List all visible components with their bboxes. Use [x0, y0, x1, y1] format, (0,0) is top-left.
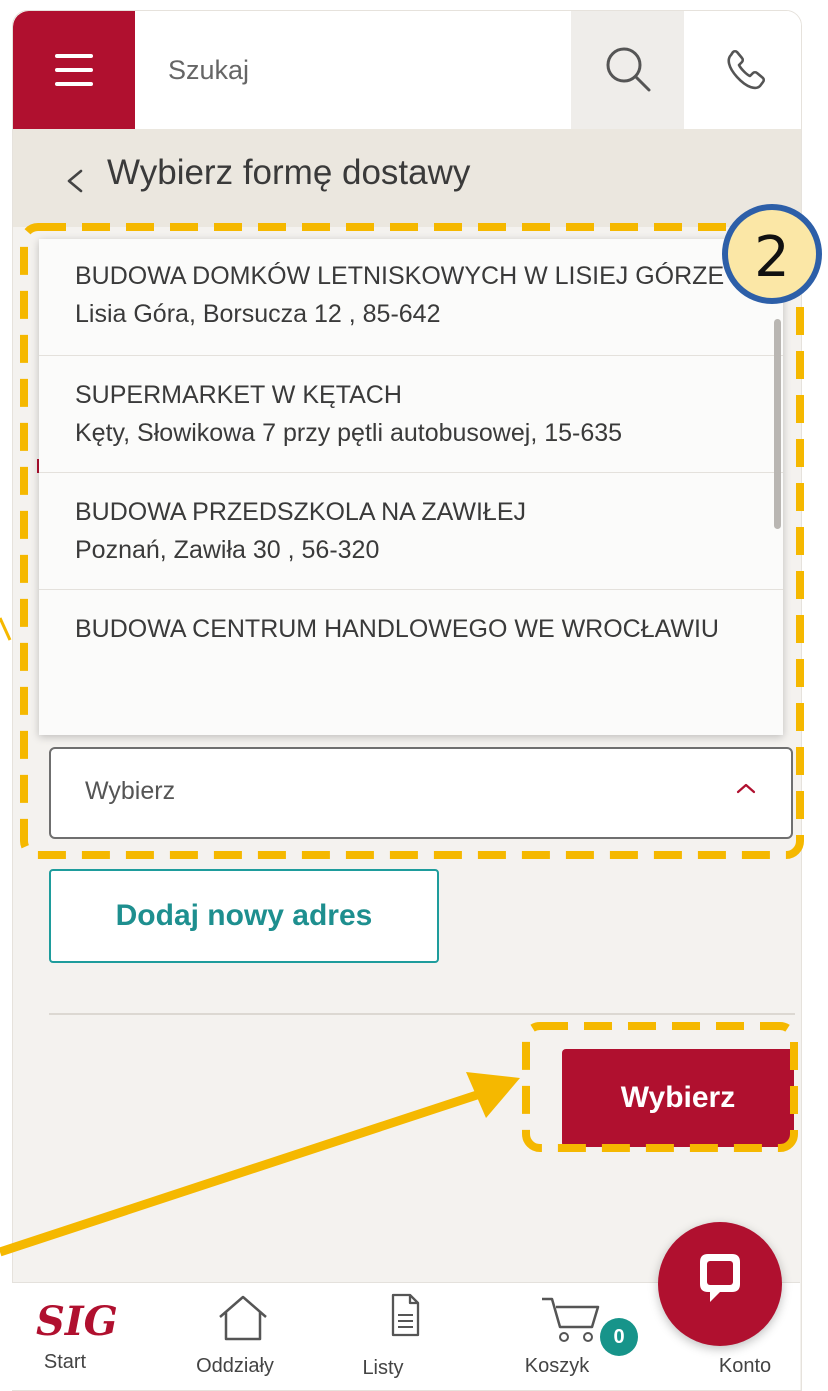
tab-lists[interactable]: Listy: [338, 1283, 468, 1390]
address-dropdown-list[interactable]: BUDOWA DOMKÓW LETNISKOWYCH W LISIEJ GÓRZ…: [39, 239, 783, 735]
phone-icon: [727, 49, 766, 90]
tab-label: Konto: [718, 1355, 772, 1377]
list-item[interactable]: SUPERMARKET W KĘTACH Kęty, Słowikowa 7 p…: [39, 356, 783, 473]
chat-button[interactable]: [658, 1222, 782, 1346]
sig-logo-text: SIG: [36, 1298, 118, 1345]
document-icon: [391, 1293, 420, 1337]
chevron-up-icon: [736, 783, 756, 794]
chat-icon: [700, 1254, 740, 1302]
tab-label: Oddziały: [196, 1355, 274, 1377]
page-title: Wybierz formę dostawy: [107, 153, 471, 192]
search-input[interactable]: [135, 11, 571, 129]
tab-start[interactable]: SIG Start: [12, 1283, 142, 1390]
app-frame: Wybierz formę dostawy BUDOWA DOMKÓW LETN…: [12, 10, 802, 1391]
address-select[interactable]: Wybierz: [49, 747, 793, 839]
add-new-address-button[interactable]: Dodaj nowy adres: [49, 869, 439, 963]
search-button[interactable]: [571, 11, 684, 129]
address-option-name: BUDOWA PRZEDSZKOLA NA ZAWIŁEJ: [75, 498, 527, 526]
address-option-name: SUPERMARKET W KĘTACH: [75, 381, 402, 409]
address-option-name: BUDOWA DOMKÓW LETNISKOWYCH W LISIEJ GÓRZ…: [75, 262, 725, 290]
call-button[interactable]: [684, 11, 801, 129]
top-bar: [13, 11, 801, 129]
house-icon: [219, 1295, 267, 1341]
divider: [49, 1013, 795, 1015]
cart-count-badge: 0: [600, 1318, 638, 1356]
menu-icon-line: [55, 82, 93, 86]
choose-button[interactable]: Wybierz: [562, 1049, 794, 1147]
search-icon: [606, 47, 651, 92]
menu-button[interactable]: [13, 11, 135, 129]
address-option-address: Kęty, Słowikowa 7 przy pętli autobusowej…: [75, 419, 623, 447]
list-item[interactable]: BUDOWA CENTRUM HANDLOWEGO WE WROCŁAWIU: [39, 590, 783, 668]
tab-label: Koszyk: [524, 1355, 590, 1377]
tab-branches[interactable]: Oddziały: [178, 1283, 308, 1390]
address-option-name: BUDOWA CENTRUM HANDLOWEGO WE WROCŁAWIU: [75, 615, 719, 643]
menu-icon-line: [55, 54, 93, 58]
address-option-address: Poznań, Zawiła 30 , 56-320: [75, 536, 380, 564]
chevron-left-icon[interactable]: [57, 161, 97, 201]
address-option-address: Lisia Góra, Borsucza 12 , 85-642: [75, 300, 441, 328]
list-item[interactable]: BUDOWA DOMKÓW LETNISKOWYCH W LISIEJ GÓRZ…: [39, 239, 783, 356]
tab-label: Listy: [362, 1357, 404, 1379]
sig-logo: SIG: [36, 1298, 118, 1345]
list-item[interactable]: BUDOWA PRZEDSZKOLA NA ZAWIŁEJ Poznań, Za…: [39, 473, 783, 590]
select-value: Wybierz: [85, 777, 176, 805]
tab-label: Start: [43, 1351, 87, 1373]
scrollbar-thumb[interactable]: [774, 319, 781, 529]
menu-icon-line: [55, 68, 93, 72]
pointer-fragment: [0, 617, 12, 641]
